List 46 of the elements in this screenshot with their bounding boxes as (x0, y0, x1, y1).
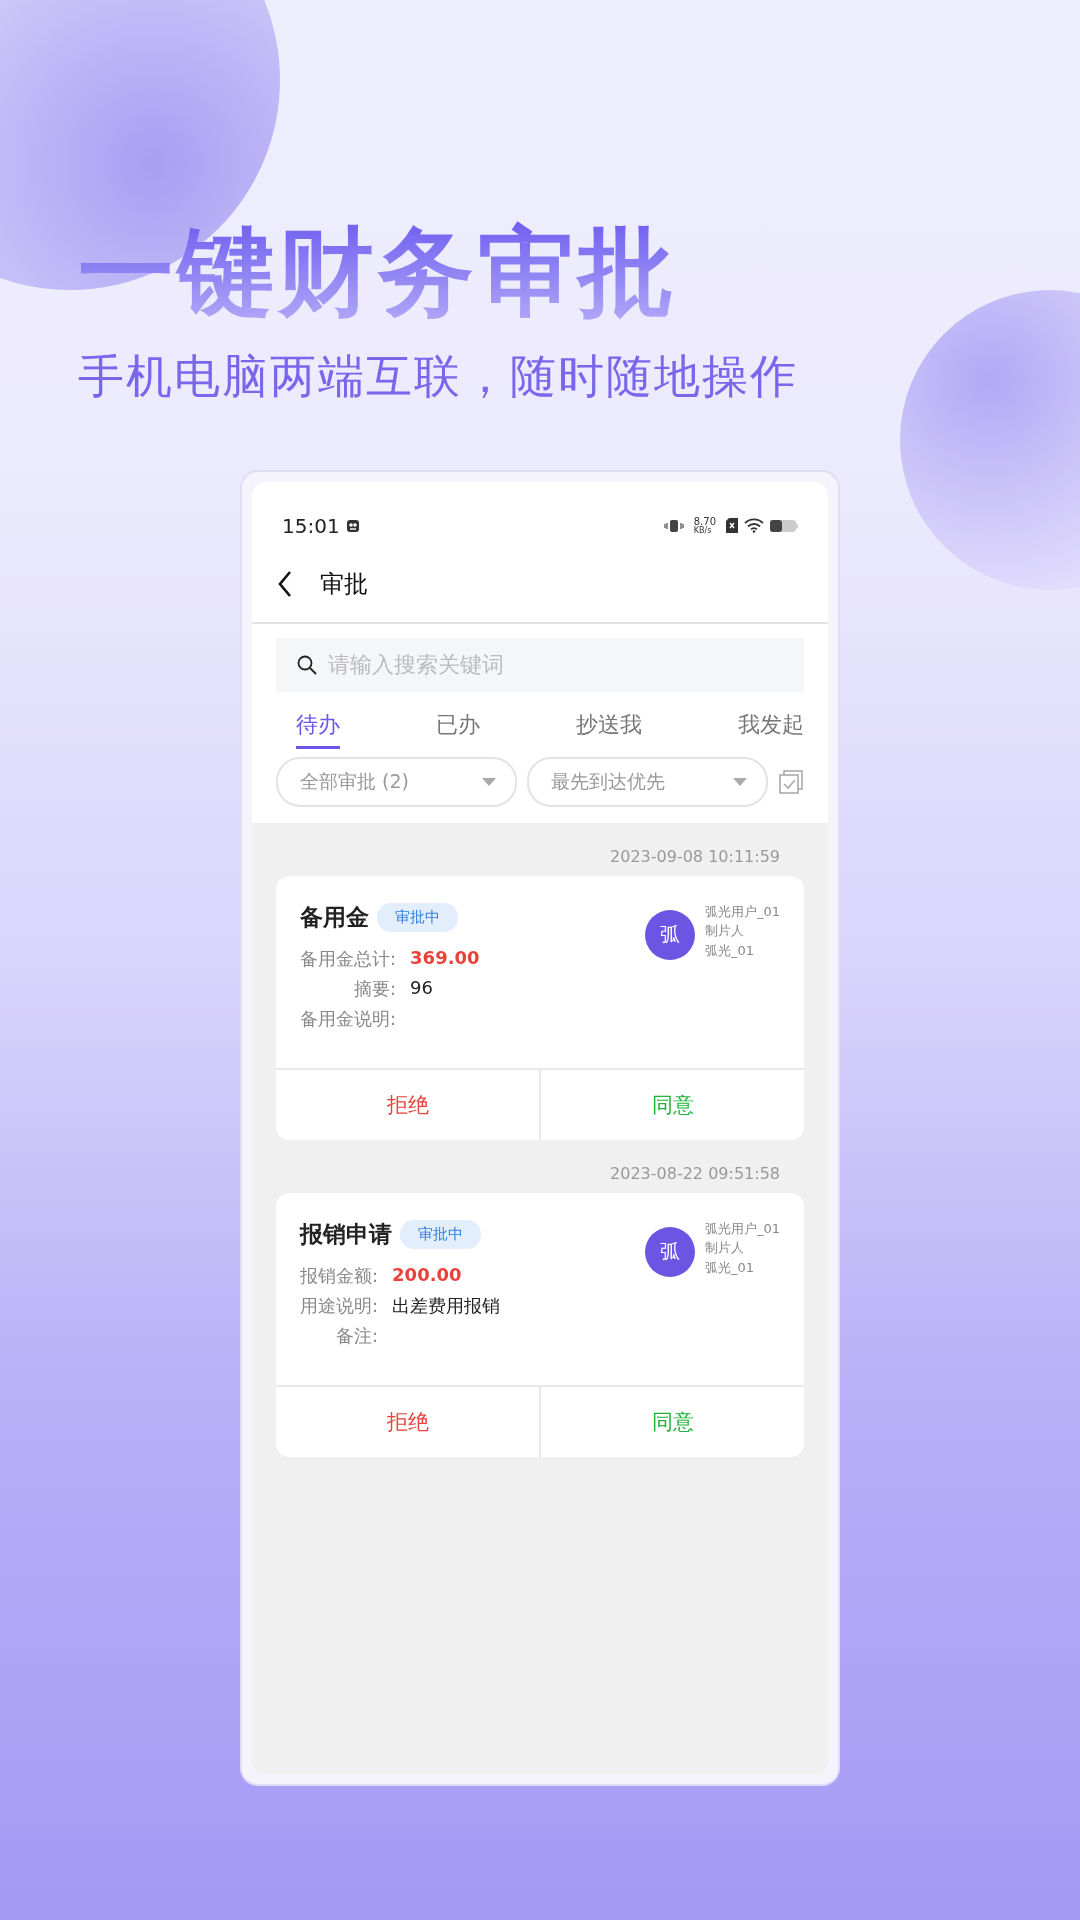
user-role: 制片人 (704, 1239, 745, 1258)
field-value: 出差费用报销 (392, 1293, 501, 1318)
page-title: 审批 (320, 568, 368, 600)
field-label: 备注: (335, 1323, 379, 1348)
vibrate-icon (663, 518, 684, 533)
wifi-icon (744, 518, 764, 534)
tab[interactable]: 抄送我 (576, 709, 642, 749)
filter-dropdown[interactable]: 最先到达优先 (527, 756, 768, 807)
field-value: 96 (410, 976, 434, 1000)
back-icon[interactable] (276, 569, 294, 598)
approval-title: 报销申请 (300, 1219, 392, 1249)
tab[interactable]: 待办 (296, 709, 340, 749)
timestamp: 2023-09-08 10:11:59 (609, 845, 781, 868)
user-name: 弧光用户_01 (704, 1219, 780, 1238)
subtitle: 手机电脑两端互联，随时随地操作 (78, 347, 799, 405)
user-name: 弧光用户_01 (704, 902, 780, 921)
network-speed: 8.70 (693, 516, 716, 527)
timestamp: 2023-08-22 09:51:58 (609, 1162, 781, 1185)
field-label: 摘要: (353, 976, 397, 1001)
user-department: 弧光_01 (704, 941, 755, 960)
approval-card[interactable]: 备用金 审批中 备用金总计: 369.00 摘要: 96 备用金说明: 弧 弧光用户_01 制片人 弧光_01 拒绝 同意 (276, 875, 804, 1140)
dropdown-caret-icon (481, 776, 497, 787)
field-label: 报销金额: (300, 1263, 379, 1288)
dropdown-caret-icon (732, 776, 748, 787)
tab[interactable]: 我发起 (738, 709, 804, 749)
search-icon (296, 653, 318, 676)
filter-dropdown[interactable]: 全部审批 (2) (276, 756, 517, 807)
battery-icon (770, 518, 798, 533)
user-department: 弧光_01 (704, 1258, 755, 1277)
field-value: 369.00 (410, 946, 480, 970)
status-badge: 审批中 (377, 902, 458, 932)
user-role: 制片人 (704, 922, 745, 941)
status-badge: 审批中 (400, 1219, 481, 1249)
approval-title: 备用金 (300, 902, 369, 932)
search-field[interactable]: 请输入搜索关键词 (276, 637, 804, 692)
field-value: 200.00 (392, 1263, 463, 1287)
sim-card-icon (726, 518, 738, 534)
avatar: 弧 (644, 1226, 695, 1277)
approval-card[interactable]: 报销申请 审批中 报销金额: 200.00 用途说明: 出差费用报销 备注: 弧 弧光用户_01 制片人 弧光_01 拒绝 同意 (276, 1192, 804, 1457)
speed-unit: KB/s (693, 526, 713, 535)
status-time: 15:01 (282, 513, 340, 538)
field-label: 备用金说明: (300, 1006, 397, 1031)
field-label: 用途说明: (300, 1293, 379, 1318)
tab[interactable]: 已办 (436, 709, 480, 749)
avatar: 弧 (644, 909, 695, 960)
field-label: 备用金总计: (300, 946, 397, 971)
